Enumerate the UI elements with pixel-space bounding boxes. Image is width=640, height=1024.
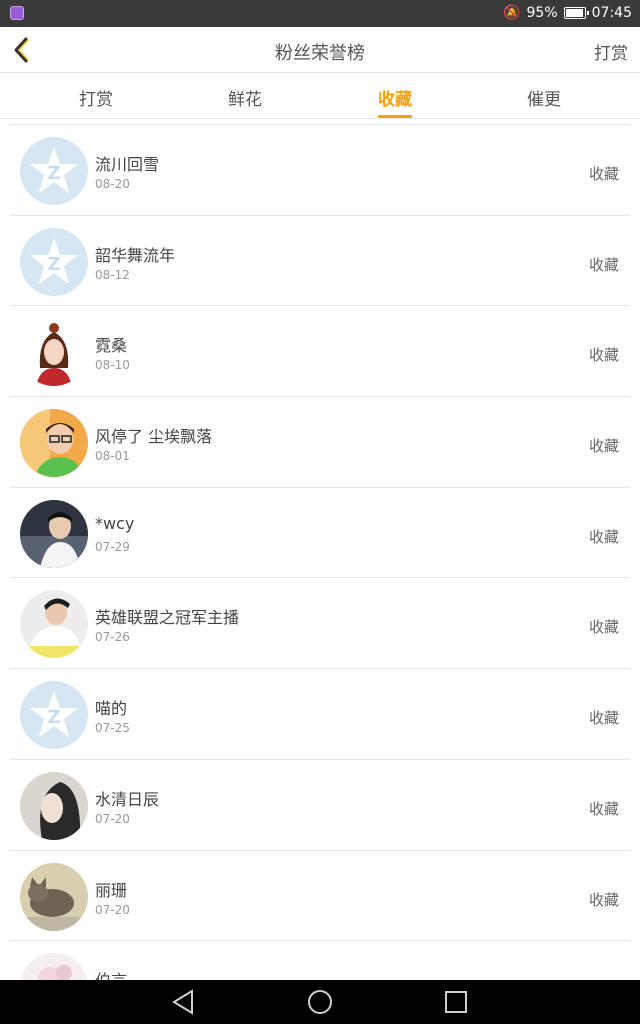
- nav-recents-button[interactable]: [441, 988, 471, 1016]
- fan-name: 水清日辰: [95, 789, 160, 809]
- page-title: 粉丝荣誉榜: [275, 43, 365, 64]
- fan-date: 07-20: [95, 811, 130, 826]
- clock: 07:45: [591, 5, 632, 21]
- fan-name: 韶华舞流年: [95, 245, 176, 265]
- list-item[interactable]: Z 流川回雪 08-20 收藏: [10, 125, 630, 216]
- tab-bar: 打赏 鲜花 收藏 催更: [0, 73, 640, 119]
- dark-hair-avatar: [20, 771, 88, 840]
- svg-text:Z: Z: [47, 707, 60, 728]
- square-recents-icon: [445, 991, 467, 1013]
- fan-name: 霓桑: [95, 336, 128, 356]
- boy-glasses-avatar: [20, 409, 88, 478]
- tab-flowers[interactable]: 鲜花: [205, 85, 285, 110]
- list-item[interactable]: 英雄联盟之冠军主播 07-26 收藏: [10, 578, 630, 670]
- svg-text:Z: Z: [47, 254, 60, 275]
- tab-label: 打赏: [79, 90, 113, 110]
- fan-action-type: 收藏: [588, 527, 619, 546]
- fan-action-type: 收藏: [588, 437, 619, 456]
- mute-icon: 🔕: [503, 5, 521, 21]
- boy-white-shirt-avatar: [20, 590, 88, 659]
- fan-name: 丽珊: [95, 880, 128, 900]
- fan-name: 伯言: [95, 967, 127, 980]
- battery-percent: 95%: [526, 5, 558, 21]
- fan-name: *wcy: [95, 513, 135, 533]
- tab-reward[interactable]: 打赏: [56, 85, 136, 110]
- fan-action-type: 收藏: [588, 165, 619, 183]
- list-item[interactable]: 伯言: [10, 941, 630, 980]
- flower-avatar: [20, 953, 88, 980]
- nav-home-button[interactable]: [305, 988, 335, 1016]
- fan-list[interactable]: Z 流川回雪 08-20 收藏 Z 韶华舞流年 08-12 收藏 霓桑 08-1…: [10, 124, 630, 980]
- fan-name: 流川回雪: [95, 155, 160, 174]
- default-qq-avatar: Z: [20, 137, 88, 205]
- fan-name: 喵的: [95, 699, 128, 719]
- system-navigation-bar: [0, 980, 640, 1024]
- circle-home-icon: [308, 990, 332, 1014]
- list-item[interactable]: 水清日辰 07-20 收藏: [10, 760, 630, 851]
- fan-date: 08-01: [95, 449, 130, 464]
- top-bar: 粉丝荣誉榜 打赏: [0, 27, 640, 73]
- fan-action-type: 收藏: [588, 890, 619, 909]
- fan-date: 08-10: [95, 358, 130, 373]
- fan-name: 风停了 尘埃飘落: [95, 427, 213, 447]
- list-item[interactable]: 霓桑 08-10 收藏: [10, 306, 630, 398]
- anime-girl-avatar: [20, 318, 88, 387]
- tab-favorites[interactable]: 收藏: [355, 85, 435, 118]
- tab-label: 收藏: [378, 90, 412, 110]
- status-bar: 🔕 95% 07:45: [0, 0, 640, 27]
- default-qq-avatar: Z: [20, 681, 88, 750]
- fan-date: 07-25: [95, 721, 130, 736]
- fan-date: 07-26: [95, 630, 130, 645]
- fan-action-type: 收藏: [588, 346, 619, 365]
- fan-date: 08-20: [95, 177, 130, 191]
- fan-action-type: 收藏: [588, 255, 619, 274]
- default-qq-avatar: Z: [20, 227, 88, 296]
- list-item[interactable]: *wcy 07-29 收藏: [10, 488, 630, 579]
- fan-action-type: 收藏: [588, 618, 619, 637]
- list-item[interactable]: 风停了 尘埃飘落 08-01 收藏: [10, 397, 630, 488]
- fan-date: 07-20: [95, 902, 130, 917]
- fan-date: 08-12: [95, 267, 130, 282]
- fan-date: 07-29: [95, 539, 130, 554]
- tab-label: 催更: [527, 90, 561, 110]
- svg-text:Z: Z: [47, 163, 60, 184]
- fan-action-type: 收藏: [588, 799, 619, 818]
- active-tab-indicator: [378, 115, 412, 118]
- tab-urge[interactable]: 催更: [504, 85, 584, 110]
- reward-button[interactable]: 打赏: [594, 39, 628, 64]
- list-item[interactable]: Z 喵的 07-25 收藏: [10, 669, 630, 760]
- tab-label: 鲜花: [228, 90, 262, 110]
- cat-avatar: [20, 862, 88, 931]
- app-notification-icon: [10, 6, 24, 20]
- fan-name: 英雄联盟之冠军主播: [95, 608, 240, 628]
- list-item[interactable]: 丽珊 07-20 收藏: [10, 851, 630, 942]
- battery-icon: [563, 7, 589, 19]
- fan-action-type: 收藏: [588, 709, 619, 728]
- nav-back-button[interactable]: [168, 988, 198, 1016]
- man-photo-avatar: [20, 499, 88, 568]
- list-item[interactable]: Z 韶华舞流年 08-12 收藏: [10, 216, 630, 307]
- triangle-back-icon: [172, 989, 193, 1015]
